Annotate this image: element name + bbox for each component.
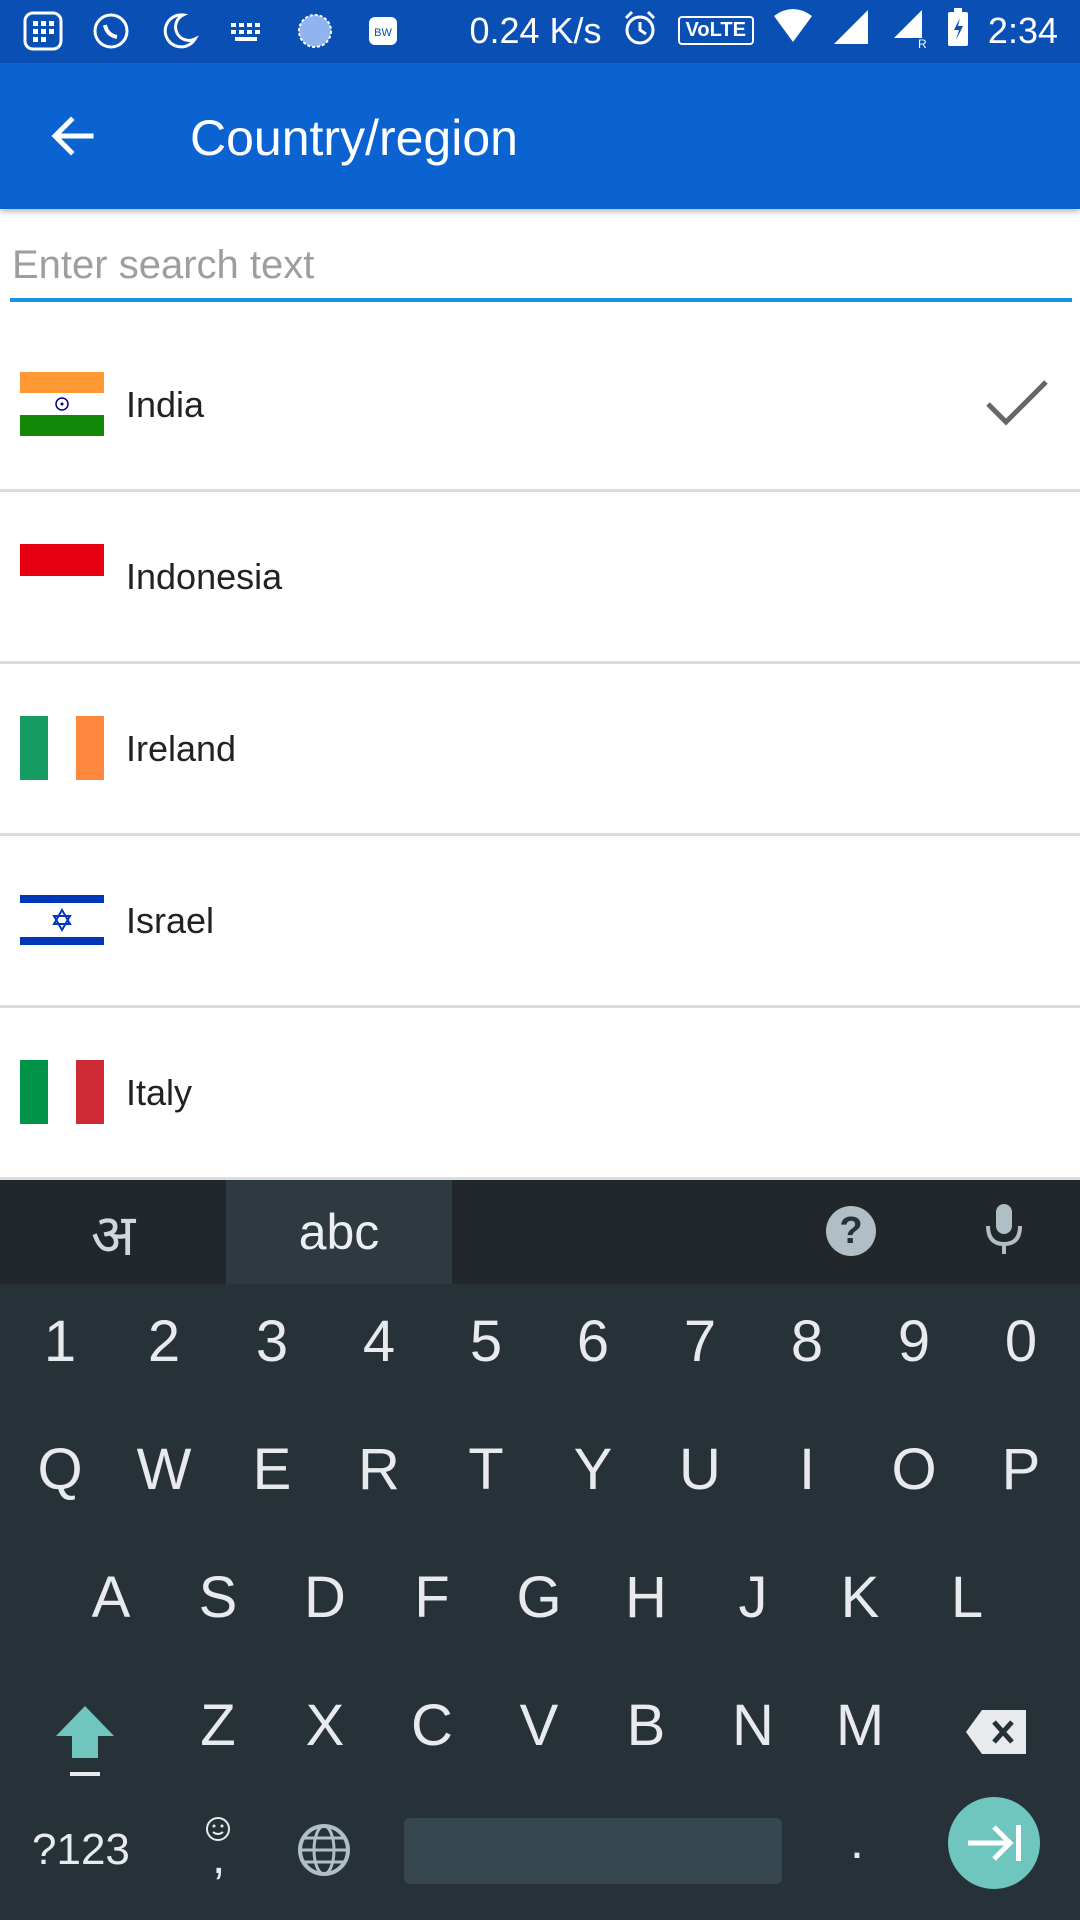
moon-icon: [158, 10, 200, 52]
next-arrow-icon: [968, 1825, 1021, 1861]
keyboard-toolbar: अ abc ?: [0, 1180, 1080, 1284]
key-j[interactable]: J: [703, 1564, 803, 1631]
abc-layout-key[interactable]: abc: [226, 1180, 452, 1284]
key-r[interactable]: R: [329, 1436, 429, 1503]
key-o[interactable]: O: [864, 1436, 964, 1503]
symbols-key[interactable]: ?123: [32, 1825, 130, 1875]
app-bar: Country/region: [0, 63, 1080, 209]
signal-icon: [832, 8, 870, 53]
svg-text:R: R: [918, 37, 927, 48]
key-q[interactable]: Q: [10, 1436, 110, 1503]
key-4[interactable]: 4: [329, 1308, 429, 1375]
country-name: Ireland: [126, 728, 237, 769]
ireland-flag-icon: [20, 716, 104, 780]
key-f[interactable]: F: [382, 1564, 482, 1631]
back-button[interactable]: [40, 103, 106, 169]
key-z[interactable]: Z: [168, 1692, 268, 1759]
italy-flag-icon: [20, 1060, 104, 1124]
key-0[interactable]: 0: [971, 1308, 1071, 1375]
key-g[interactable]: G: [489, 1564, 589, 1631]
key-8[interactable]: 8: [757, 1308, 857, 1375]
spacebar[interactable]: [404, 1818, 782, 1884]
search-container: [10, 232, 1072, 302]
key-d[interactable]: D: [275, 1564, 375, 1631]
volte-badge: VoLTE: [677, 16, 754, 45]
tag-app-icon: BW: [362, 10, 404, 52]
status-right: 0.24 K/s VoLTE R 2:34: [469, 8, 1058, 53]
hindi-layout-key[interactable]: अ: [0, 1180, 226, 1284]
key-u[interactable]: U: [650, 1436, 750, 1503]
country-name: India: [126, 384, 205, 425]
enter-button[interactable]: [948, 1797, 1040, 1889]
comma-label: ,: [212, 1831, 226, 1884]
key-c[interactable]: C: [382, 1692, 482, 1759]
microphone-icon[interactable]: [982, 1202, 1026, 1258]
keyboard-icon: [226, 10, 268, 52]
key-7[interactable]: 7: [650, 1308, 750, 1375]
net-speed: 0.24 K/s: [469, 9, 602, 51]
circle-app-icon: [294, 10, 336, 52]
svg-text:BW: BW: [374, 27, 392, 39]
clock-time: 2:34: [987, 9, 1058, 51]
key-k[interactable]: K: [810, 1564, 910, 1631]
country-name: Italy: [126, 1072, 193, 1113]
key-e[interactable]: E: [222, 1436, 322, 1503]
whatsapp-icon: [90, 10, 132, 52]
key-m[interactable]: M: [810, 1692, 910, 1759]
checkmark-icon: [986, 380, 1048, 426]
key-p[interactable]: P: [971, 1436, 1071, 1503]
key-t[interactable]: T: [436, 1436, 536, 1503]
keyboard: अ abc ?: [0, 1180, 1080, 1920]
backspace-icon[interactable]: [964, 1708, 1028, 1756]
israel-flag-icon: [20, 888, 104, 952]
arrow-left-icon: [51, 116, 94, 156]
key-a[interactable]: A: [61, 1564, 161, 1631]
globe-icon[interactable]: [296, 1822, 352, 1878]
key-h[interactable]: H: [596, 1564, 696, 1631]
list-item-israel[interactable]: Israel: [0, 836, 1080, 1008]
shift-icon[interactable]: [52, 1702, 118, 1780]
page-title: Country/region: [190, 110, 518, 166]
key-y[interactable]: Y: [543, 1436, 643, 1503]
india-flag-icon: [20, 372, 104, 436]
country-list: India Indonesia Ireland Israel Italy: [0, 320, 1080, 1180]
status-left-icons: BW: [22, 10, 404, 52]
list-item-india[interactable]: India: [0, 320, 1080, 492]
wifi-icon: [772, 8, 814, 53]
search-input[interactable]: [10, 232, 1072, 302]
key-b[interactable]: B: [596, 1692, 696, 1759]
key-v[interactable]: V: [489, 1692, 589, 1759]
period-key[interactable]: .: [850, 1812, 864, 1870]
key-i[interactable]: I: [757, 1436, 857, 1503]
signal-roaming-icon: R: [888, 8, 928, 53]
key-9[interactable]: 9: [864, 1308, 964, 1375]
indonesia-flag-icon: [20, 544, 104, 608]
battery-icon: [946, 8, 970, 53]
country-name: Indonesia: [126, 556, 283, 597]
key-n[interactable]: N: [703, 1692, 803, 1759]
key-w[interactable]: W: [114, 1436, 214, 1503]
key-l[interactable]: L: [917, 1564, 1017, 1631]
list-item-ireland[interactable]: Ireland: [0, 664, 1080, 836]
key-6[interactable]: 6: [543, 1308, 643, 1375]
list-item-indonesia[interactable]: Indonesia: [0, 492, 1080, 664]
key-3[interactable]: 3: [222, 1308, 322, 1375]
alarm-icon: [620, 8, 660, 53]
help-icon[interactable]: ?: [826, 1206, 876, 1256]
grid-app-icon: [22, 10, 64, 52]
key-1[interactable]: 1: [10, 1308, 110, 1375]
key-5[interactable]: 5: [436, 1308, 536, 1375]
key-x[interactable]: X: [275, 1692, 375, 1759]
list-item-italy[interactable]: Italy: [0, 1008, 1080, 1180]
key-s[interactable]: S: [168, 1564, 268, 1631]
country-name: Israel: [126, 900, 215, 941]
status-bar: BW 0.24 K/s VoLTE R 2:34: [0, 0, 1080, 63]
emoji-comma-key[interactable]: ,: [200, 1815, 232, 1884]
key-2[interactable]: 2: [114, 1308, 214, 1375]
